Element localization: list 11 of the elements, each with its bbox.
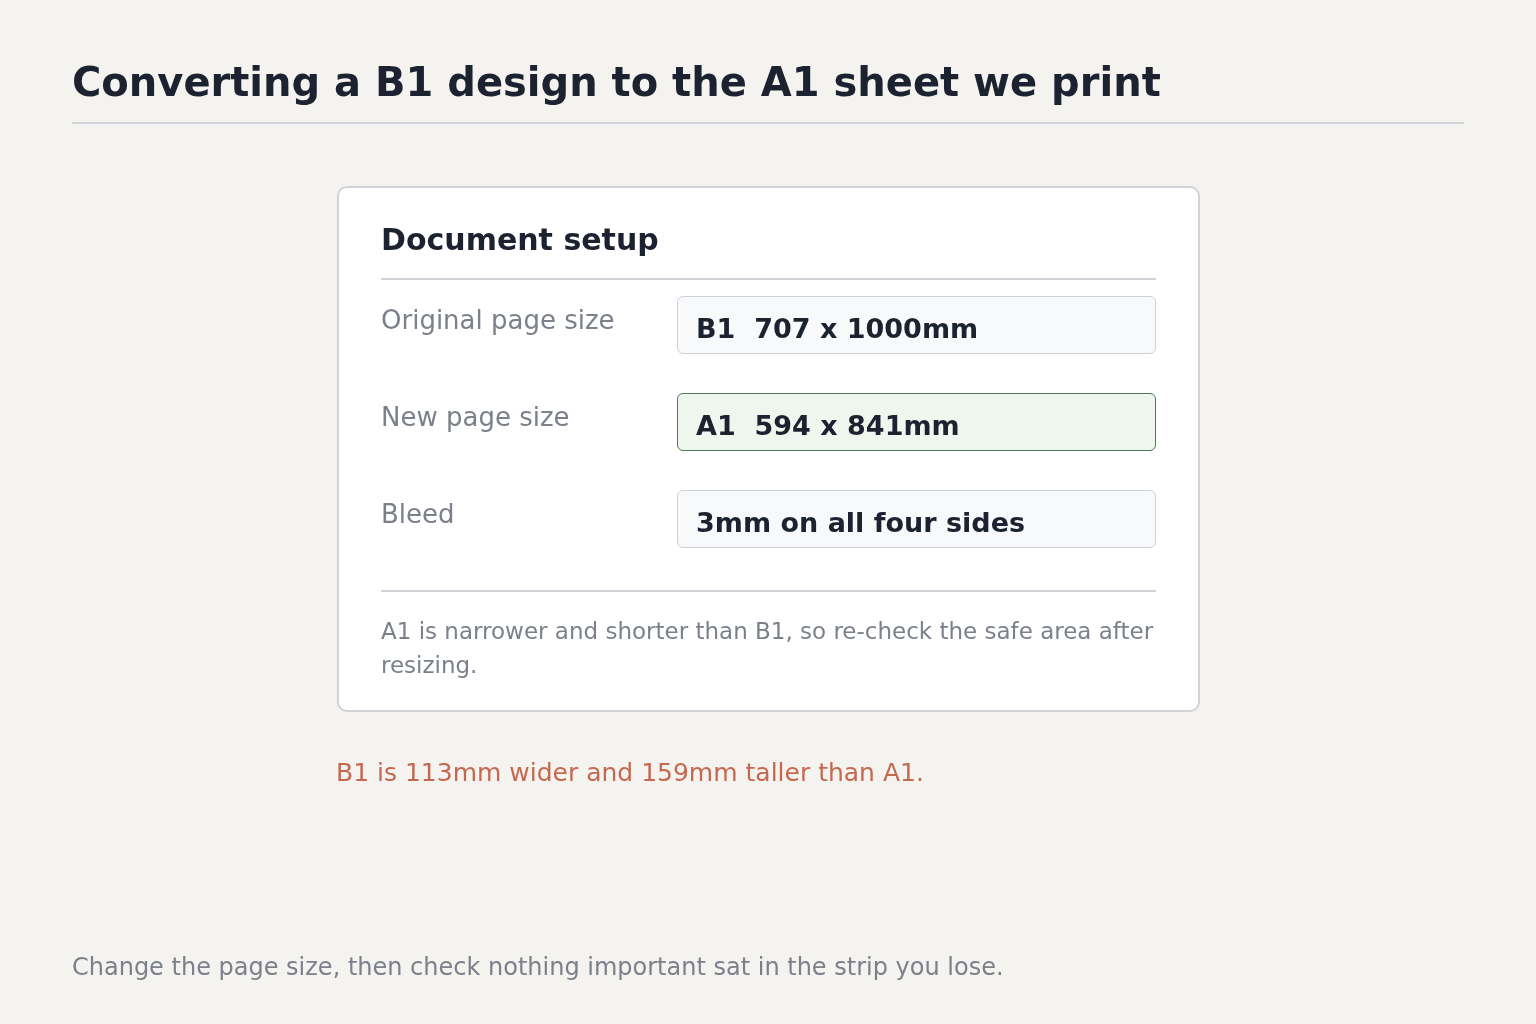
footer-text: Change the page size, then check nothing important sat in the strip you lose. xyxy=(72,952,1005,983)
field-label: Bleed xyxy=(381,498,456,531)
card-heading: Document setup xyxy=(381,221,660,259)
field-label: New page size xyxy=(381,401,571,434)
comparison-text: B1 is 113mm wider and 159mm taller than A1. xyxy=(336,757,925,789)
page-title: Converting a B1 design to the A1 sheet we print xyxy=(72,58,1162,107)
field-label: Original page size xyxy=(381,304,616,337)
note-text: A1 is narrower and shorter than B1, so re-check the safe area after resizing. xyxy=(381,617,1155,680)
input-field[interactable]: 3mm on all four sides xyxy=(677,490,1156,548)
input-field[interactable]: B1 707 x 1000mm xyxy=(677,296,1156,354)
input-field[interactable]: A1 594 x 841mm xyxy=(677,393,1156,451)
